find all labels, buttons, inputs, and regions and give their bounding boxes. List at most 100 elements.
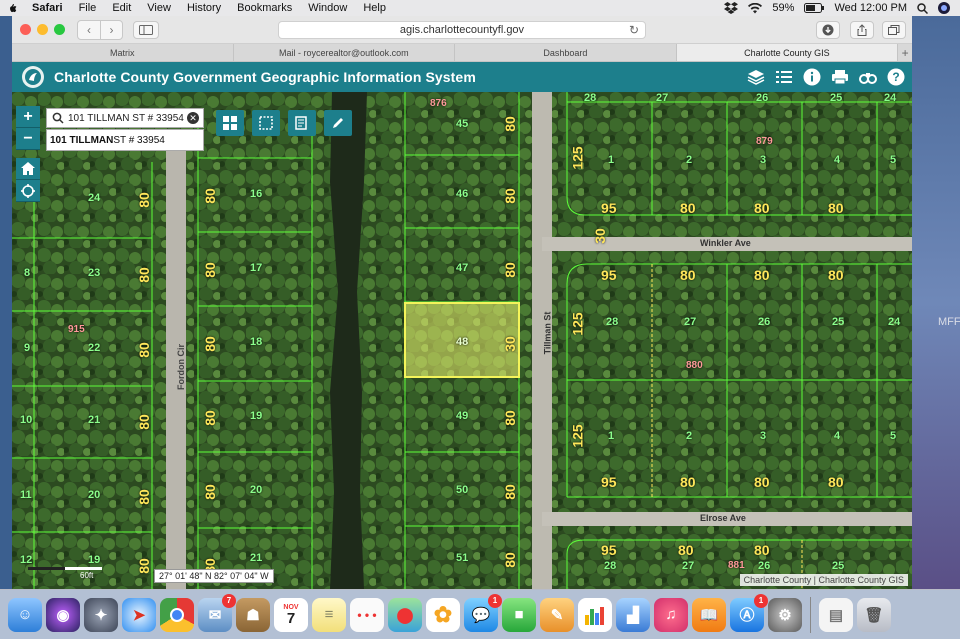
dock-calendar[interactable]: NOV 7 — [274, 597, 308, 632]
lot-number: 17 — [250, 262, 263, 274]
draw-button[interactable] — [324, 110, 352, 136]
tab-matrix[interactable]: Matrix — [12, 44, 234, 61]
tab-bar: Matrix Mail - roycerealtor@outlook.com D… — [12, 44, 912, 62]
minimize-window-button[interactable] — [37, 24, 48, 35]
new-tab-button[interactable]: + — [898, 44, 912, 61]
search-icon[interactable] — [917, 2, 928, 14]
dock-siri[interactable]: ◉ — [46, 597, 80, 632]
dock-finder[interactable]: ☺ — [8, 597, 42, 632]
basemap-button[interactable] — [858, 67, 878, 87]
dimension-label: 80 — [501, 484, 518, 500]
dropbox-icon[interactable] — [724, 2, 739, 14]
help-button[interactable]: ? — [886, 67, 906, 87]
dock-itunes[interactable]: ♫ — [654, 597, 688, 632]
search-input[interactable]: 101 TILLMAN ST # 33954 — [65, 113, 187, 124]
dock-trash[interactable]: 🗑 — [857, 597, 891, 632]
dock-maps[interactable]: ⬤ — [388, 597, 422, 632]
forward-button[interactable]: › — [100, 20, 122, 39]
dock-photos[interactable]: ✿ — [426, 597, 460, 632]
menu-app-safari[interactable]: Safari — [24, 2, 71, 14]
dock-app-store[interactable]: Ⓐ 1 — [730, 593, 768, 632]
lot-number: 19 — [250, 410, 263, 422]
dock-system-preferences[interactable]: ⚙ — [768, 597, 802, 632]
dock-launchpad[interactable]: ✦ — [84, 597, 118, 632]
apple-icon[interactable] — [6, 2, 18, 14]
dock-mail[interactable]: ✉ 7 — [198, 593, 236, 632]
grid-icon — [223, 116, 237, 130]
legend-button[interactable] — [774, 67, 794, 87]
dock-numbers[interactable] — [578, 597, 612, 632]
lot-number: 27 — [682, 560, 695, 572]
menu-view[interactable]: View — [139, 2, 179, 14]
locate-button[interactable] — [16, 180, 40, 202]
tab-charlotte-county-gis[interactable]: Charlotte County GIS — [676, 44, 899, 61]
siri-icon[interactable] — [938, 2, 950, 14]
dock-notes[interactable]: ≡ — [312, 597, 346, 632]
menu-help[interactable]: Help — [355, 2, 394, 14]
lot-number: 25 — [832, 560, 845, 572]
downloads-button[interactable] — [816, 21, 840, 39]
scale-bar: 60ft — [28, 564, 102, 580]
zoom-window-button[interactable] — [54, 24, 65, 35]
dock-document[interactable]: ▤ — [819, 597, 853, 632]
address-search-box[interactable]: 101 TILLMAN ST # 33954 ✕ — [46, 108, 204, 128]
url-text: agis.charlottecountyfl.gov — [399, 24, 525, 36]
layers-icon — [747, 70, 765, 85]
lot-number: 9 — [24, 342, 31, 354]
selected-lot-number[interactable]: 48 — [456, 336, 468, 348]
info-button[interactable] — [802, 67, 822, 87]
menubar-clock[interactable]: Wed 12:00 PM — [834, 2, 907, 14]
lot-number: 47 — [456, 262, 469, 274]
print-button[interactable] — [830, 67, 850, 87]
close-window-button[interactable] — [20, 24, 31, 35]
zoom-out-button[interactable]: − — [16, 128, 40, 150]
gis-map[interactable]: 7 8 9 10 11 12 24 23 22 21 20 19 16 17 1… — [12, 92, 912, 589]
back-button[interactable]: ‹ — [78, 21, 100, 39]
lot-number: 4 — [834, 430, 841, 442]
sidebar-toggle-button[interactable] — [133, 20, 159, 39]
video-camera-icon: ■ — [514, 606, 524, 623]
address-bar[interactable]: agis.charlottecountyfl.gov ↻ — [278, 21, 646, 39]
grid-view-button[interactable] — [216, 110, 244, 136]
menu-edit[interactable]: Edit — [104, 2, 139, 14]
share-button[interactable] — [850, 21, 874, 39]
dimension-label: 80 — [201, 262, 218, 278]
dimension-label: 80 — [201, 188, 218, 204]
dock-messages[interactable]: 💬 1 — [464, 593, 502, 632]
menu-history[interactable]: History — [179, 2, 229, 14]
menu-window[interactable]: Window — [300, 2, 355, 14]
wifi-icon[interactable] — [748, 2, 763, 14]
pencil-icon: ✎ — [550, 606, 564, 624]
lot-number: 20 — [250, 484, 263, 496]
battery-icon[interactable] — [804, 3, 825, 13]
clear-search-icon[interactable]: ✕ — [187, 112, 199, 124]
dock-ibooks[interactable]: 📖 — [692, 597, 726, 632]
menu-file[interactable]: File — [71, 2, 105, 14]
pencil-icon — [333, 118, 343, 128]
lot-number: 21 — [88, 414, 101, 426]
tab-mail[interactable]: Mail - roycerealtor@outlook.com — [234, 44, 456, 61]
lot-number: 26 — [756, 92, 769, 104]
lot-number: 27 — [684, 316, 697, 328]
layers-button[interactable] — [746, 67, 766, 87]
dock-keynote[interactable]: ▟ — [616, 597, 650, 632]
search-suggestion[interactable]: 101 TILLMAN ST # 33954 — [46, 129, 204, 151]
dimension-label: 80 — [680, 200, 696, 216]
dock-pages[interactable]: ✎ — [540, 597, 574, 632]
reload-icon[interactable]: ↻ — [629, 23, 639, 37]
home-extent-button[interactable] — [16, 158, 40, 180]
lot-number: 21 — [250, 552, 263, 564]
tab-overview-button[interactable] — [882, 21, 906, 39]
select-area-button[interactable] — [252, 110, 280, 136]
scale-label: 60ft — [80, 571, 94, 580]
notes-button[interactable] — [288, 110, 316, 136]
dock-reminders[interactable]: • • • — [350, 597, 384, 632]
dock-facetime[interactable]: ■ — [502, 597, 536, 632]
dock-chrome[interactable] — [160, 597, 194, 632]
menu-bookmarks[interactable]: Bookmarks — [229, 2, 300, 14]
zoom-in-button[interactable]: + — [16, 106, 40, 128]
lot-number: 24 — [88, 192, 101, 204]
dock-contacts[interactable]: ☗ — [236, 597, 270, 632]
tab-dashboard[interactable]: Dashboard — [455, 44, 677, 61]
dock-safari[interactable]: ➤ — [122, 597, 156, 632]
